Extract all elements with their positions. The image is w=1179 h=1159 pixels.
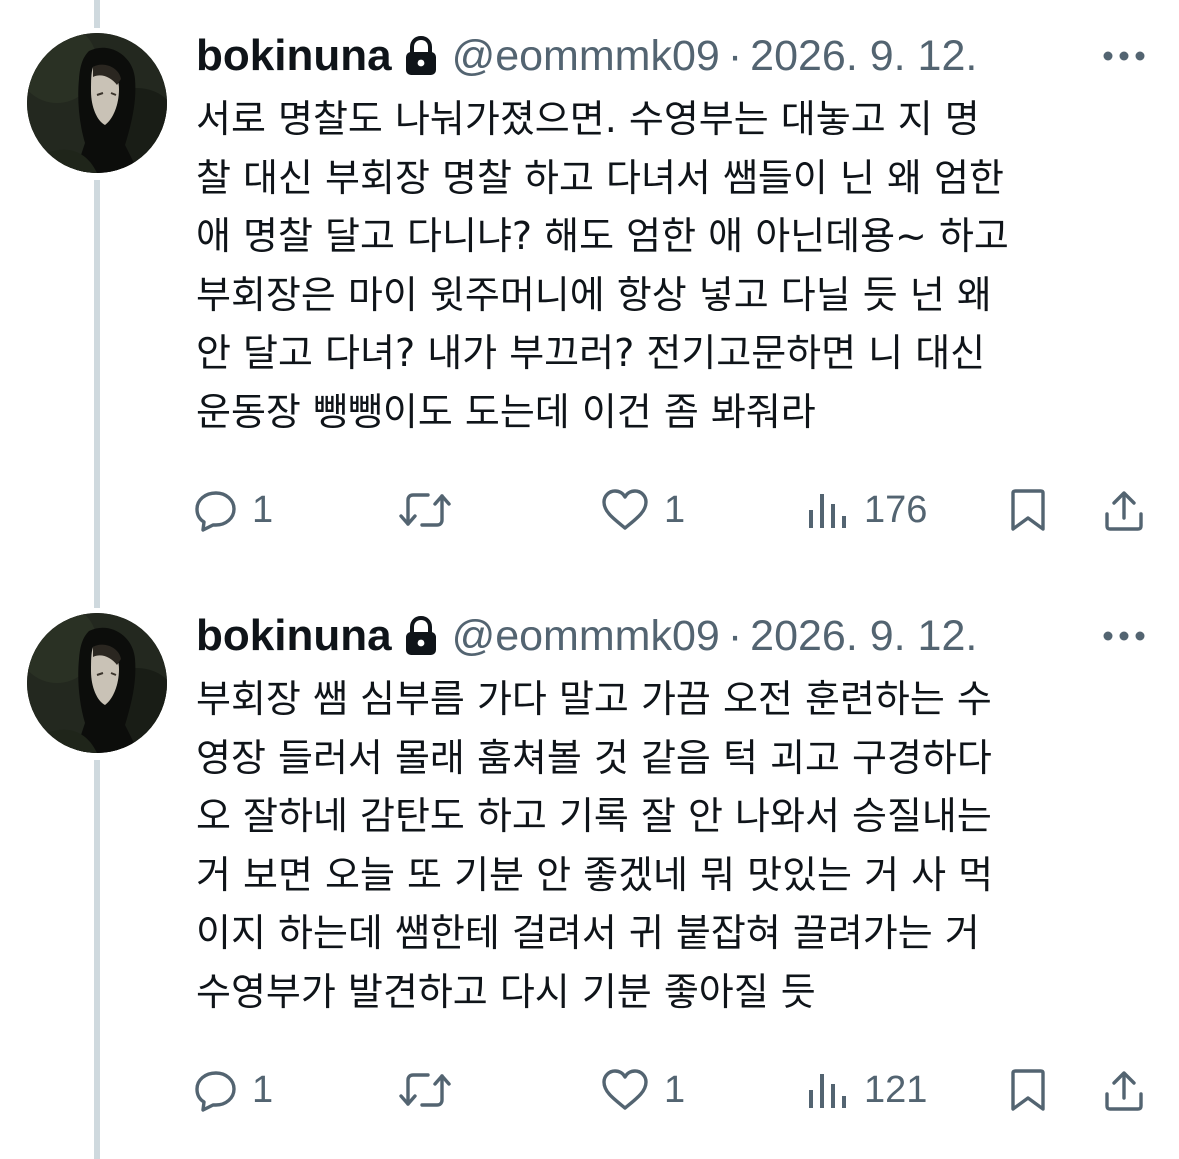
retweet-icon bbox=[399, 493, 451, 527]
like-count: 1 bbox=[664, 1068, 686, 1111]
tweet-text-line: 부회장은 마이 윗주머니에 항상 넣고 다닐 듯 넌 왜 bbox=[196, 272, 992, 317]
tweet-text-line: 애 명찰 달고 다니냐? 해도 엄한 애 아닌데용~ 하고 bbox=[196, 214, 1009, 258]
bookmark-icon bbox=[1011, 1069, 1045, 1111]
like-count: 1 bbox=[664, 488, 686, 531]
reply-count: 1 bbox=[252, 488, 274, 531]
reply-icon bbox=[195, 491, 236, 532]
retweet-icon bbox=[399, 1073, 451, 1107]
retweet-button[interactable] bbox=[398, 1060, 452, 1120]
more-icon[interactable] bbox=[1100, 628, 1148, 644]
thread-connector-line bbox=[94, 0, 100, 28]
share-icon bbox=[1105, 491, 1143, 531]
more-icon[interactable] bbox=[1100, 48, 1148, 64]
tweet-text-line: 이지 하는데 쌤한테 걸려서 귀 붙잡혀 끌려가는 거 bbox=[196, 911, 980, 955]
reply-button[interactable]: 1 bbox=[194, 1060, 273, 1120]
view-count: 176 bbox=[864, 488, 928, 531]
share-button[interactable] bbox=[1102, 480, 1146, 540]
tweet-text: 서로 명찰도 나눠가졌으면. 수영부는 대놓고 지 명 찰 대신 부회장 명찰 … bbox=[196, 90, 1136, 441]
tweet-text-line: 오 잘하네 감탄도 하고 기록 잘 안 나와서 승질내는 bbox=[196, 794, 992, 838]
bookmark-icon bbox=[1011, 489, 1045, 531]
thread-connector-line bbox=[94, 180, 100, 608]
bookmark-button[interactable] bbox=[1008, 480, 1048, 540]
retweet-button[interactable] bbox=[398, 480, 452, 540]
display-name[interactable]: bokinuna bbox=[196, 611, 392, 661]
bookmark-button[interactable] bbox=[1008, 1060, 1048, 1120]
share-button[interactable] bbox=[1102, 1060, 1146, 1120]
avatar[interactable] bbox=[27, 613, 167, 753]
tweet-header: bokinuna @eommmk09 · 2026. 9. 12. bbox=[196, 608, 977, 664]
reply-icon bbox=[195, 1071, 236, 1112]
action-bar: 1 1 121 bbox=[0, 1060, 1179, 1120]
views-button[interactable]: 176 bbox=[806, 480, 927, 540]
tweet-text-line: 영장 들러서 몰래 훔쳐볼 것 같음 턱 괴고 구경하다 bbox=[196, 735, 992, 780]
reply-count: 1 bbox=[252, 1068, 274, 1111]
views-icon bbox=[809, 494, 846, 528]
lock-icon bbox=[404, 35, 438, 76]
action-bar: 1 1 176 bbox=[0, 480, 1179, 540]
share-icon bbox=[1105, 1071, 1143, 1111]
tweet-text-line: 찰 대신 부회장 명찰 하고 다녀서 쌤들이 닌 왜 엄한 bbox=[196, 155, 1004, 200]
reply-button[interactable]: 1 bbox=[194, 480, 273, 540]
avatar[interactable] bbox=[27, 33, 167, 173]
views-icon bbox=[809, 1074, 846, 1108]
tweet-header: bokinuna @eommmk09 · 2026. 9. 12. bbox=[196, 28, 977, 84]
tweet-text: 부회장 쌤 심부름 가다 말고 가끔 오전 훈련하는 수 영장 들러서 몰래 훔… bbox=[196, 670, 1136, 1021]
tweet-text-line: 서로 명찰도 나눠가졌으면. 수영부는 대놓고 지 명 bbox=[196, 97, 980, 141]
tweet-text-line: 안 달고 다녀? 내가 부끄러? 전기고문하면 니 대신 bbox=[196, 331, 986, 375]
lock-icon bbox=[404, 615, 438, 656]
tweet-text-line: 거 보면 오늘 또 기분 안 좋겠네 뭐 맛있는 거 사 먹 bbox=[196, 852, 994, 897]
post-date[interactable]: 2026. 9. 12. bbox=[750, 32, 977, 81]
tweet-text-line: 운동장 뺑뺑이도 도는데 이건 좀 봐줘라 bbox=[196, 389, 816, 434]
display-name[interactable]: bokinuna bbox=[196, 31, 392, 81]
tweet-text-line: 수영부가 발견하고 다시 기분 좋아질 듯 bbox=[196, 969, 816, 1014]
like-icon bbox=[602, 489, 648, 530]
views-button[interactable]: 121 bbox=[806, 1060, 927, 1120]
like-button[interactable]: 1 bbox=[600, 1060, 685, 1120]
view-count: 121 bbox=[864, 1068, 928, 1111]
separator-dot: · bbox=[727, 31, 743, 80]
user-handle[interactable]: @eommmk09 bbox=[452, 612, 720, 661]
user-handle[interactable]: @eommmk09 bbox=[452, 32, 720, 81]
tweet-text-line: 부회장 쌤 심부름 가다 말고 가끔 오전 훈련하는 수 bbox=[196, 677, 992, 721]
separator-dot: · bbox=[727, 611, 743, 660]
like-icon bbox=[602, 1069, 648, 1110]
post-date[interactable]: 2026. 9. 12. bbox=[750, 612, 977, 661]
like-button[interactable]: 1 bbox=[600, 480, 685, 540]
